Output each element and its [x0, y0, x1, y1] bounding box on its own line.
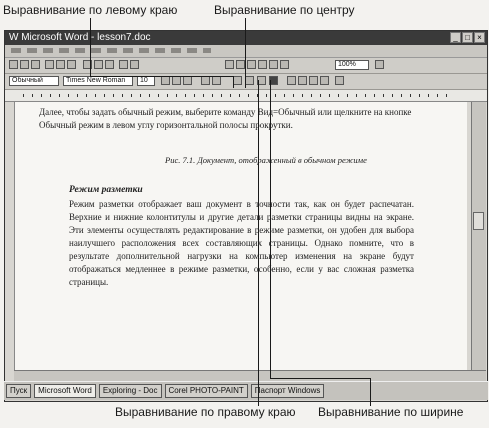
- excel-icon[interactable]: [236, 60, 245, 69]
- zoom-select[interactable]: 100%: [335, 60, 369, 70]
- menu-items-blurred: [11, 48, 211, 53]
- maximize-button[interactable]: □: [462, 32, 473, 43]
- drawing-icon[interactable]: [258, 60, 267, 69]
- close-button[interactable]: ×: [474, 32, 485, 43]
- bullets-icon[interactable]: [298, 76, 307, 85]
- leader-right: [258, 80, 259, 406]
- taskbar-item-app4[interactable]: Паспорт Windows: [250, 384, 325, 398]
- figure-caption: Рис. 7.1. Документ, отображенный в обычн…: [165, 155, 367, 165]
- leader-left-down: [233, 76, 234, 88]
- leader-center: [245, 18, 246, 88]
- save-icon[interactable]: [31, 60, 40, 69]
- intro-paragraph: Далее, чтобы задать обычный режим, выбер…: [39, 107, 412, 130]
- map-icon[interactable]: [269, 60, 278, 69]
- show-hide-icon[interactable]: [280, 60, 289, 69]
- increase-indent-icon[interactable]: [320, 76, 329, 85]
- redo-icon[interactable]: [130, 60, 139, 69]
- decrease-indent-icon[interactable]: [309, 76, 318, 85]
- formatting-toolbar: Обычный Times New Roman 10: [5, 74, 487, 90]
- copy-icon[interactable]: [94, 60, 103, 69]
- underline-icon[interactable]: [183, 76, 192, 85]
- align-left-icon[interactable]: [233, 76, 242, 85]
- leader-left: [90, 18, 91, 76]
- leader-justify-horizontal: [270, 378, 370, 379]
- new-document-icon[interactable]: [9, 60, 18, 69]
- section-heading: Режим разметки: [69, 185, 143, 195]
- highlight-icon[interactable]: [201, 76, 210, 85]
- callout-align-right: Выравнивание по правому краю: [115, 405, 296, 419]
- callout-align-left: Выравнивание по левому краю: [3, 3, 178, 17]
- font-color-icon[interactable]: [212, 76, 221, 85]
- font-select[interactable]: Times New Roman: [63, 76, 133, 86]
- spelling-icon[interactable]: [67, 60, 76, 69]
- taskbar-item-photo-paint[interactable]: Corel PHOTO-PAINT: [164, 384, 248, 398]
- bold-icon[interactable]: [161, 76, 170, 85]
- taskbar: Пуск Microsoft Word Exploring - Doc Core…: [4, 381, 488, 400]
- title-bar[interactable]: W Microsoft Word - lesson7.doc _ □ ×: [5, 31, 487, 45]
- style-select[interactable]: Обычный: [9, 76, 59, 86]
- taskbar-item-exploring[interactable]: Exploring - Doc: [98, 384, 162, 398]
- leader-justify: [270, 80, 271, 378]
- paste-icon[interactable]: [105, 60, 114, 69]
- taskbar-item-word[interactable]: Microsoft Word: [34, 384, 96, 398]
- vertical-scrollbar[interactable]: [471, 102, 486, 370]
- start-button[interactable]: Пуск: [6, 384, 32, 398]
- table-icon[interactable]: [225, 60, 234, 69]
- italic-icon[interactable]: [172, 76, 181, 85]
- print-icon[interactable]: [45, 60, 54, 69]
- horizontal-scrollbar[interactable]: [14, 370, 486, 381]
- standard-toolbar: 100%: [5, 58, 487, 74]
- font-size-select[interactable]: 10: [137, 76, 155, 86]
- numbering-icon[interactable]: [287, 76, 296, 85]
- document-area[interactable]: Далее, чтобы задать обычный режим, выбер…: [14, 102, 467, 370]
- scroll-thumb[interactable]: [473, 212, 484, 230]
- align-center-icon[interactable]: [245, 76, 254, 85]
- undo-icon[interactable]: [119, 60, 128, 69]
- borders-icon[interactable]: [335, 76, 344, 85]
- callout-align-justify: Выравнивание по ширине: [318, 405, 464, 419]
- horizontal-ruler[interactable]: [5, 90, 487, 102]
- preview-icon[interactable]: [56, 60, 65, 69]
- help-icon[interactable]: [375, 60, 384, 69]
- window-controls: _ □ ×: [450, 32, 485, 43]
- leader-left-horizontal: [90, 76, 233, 77]
- leader-justify-down: [370, 378, 371, 406]
- minimize-button[interactable]: _: [450, 32, 461, 43]
- ruler-ticks: [23, 94, 447, 97]
- open-icon[interactable]: [20, 60, 29, 69]
- menu-bar[interactable]: [5, 45, 487, 58]
- callout-align-center: Выравнивание по центру: [214, 3, 355, 17]
- window-title: W Microsoft Word - lesson7.doc: [9, 32, 151, 43]
- body-paragraph: Режим разметки отображает ваш документ в…: [69, 199, 414, 287]
- columns-icon[interactable]: [247, 60, 256, 69]
